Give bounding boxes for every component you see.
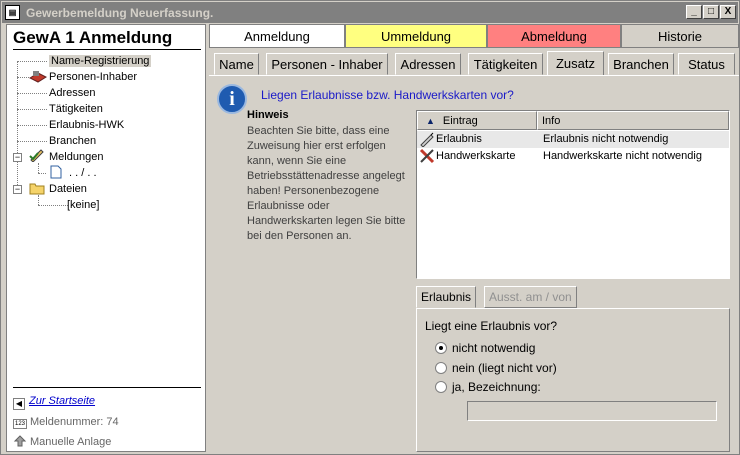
tree-item-name-registrierung[interactable]: Name-Registrierung xyxy=(49,53,152,69)
tree-item-taetigkeiten[interactable]: Tätigkeiten xyxy=(49,101,103,117)
tab-zusatz[interactable]: Zusatz xyxy=(547,51,604,76)
tree-item-label: . . / . . xyxy=(69,167,97,179)
start-page-link[interactable]: ◀ Zur Startseite xyxy=(13,393,95,410)
folder-icon xyxy=(29,181,45,195)
tab-branchen[interactable]: Branchen xyxy=(608,53,674,75)
tree-item-erlaubnis-hwk[interactable]: Erlaubnis-HWK xyxy=(49,117,124,133)
tree-item-label: Personen-Inhaber xyxy=(49,71,138,83)
meldenummer-label: Meldenummer: xyxy=(30,416,104,428)
column-header-info[interactable]: Info xyxy=(537,111,729,130)
question-heading: Liegen Erlaubnisse bzw. Handwerkskarten … xyxy=(261,88,514,102)
tab-ausstellung[interactable]: Ausst. am / von xyxy=(484,286,577,308)
person-icon xyxy=(28,69,48,83)
main-panel: Anmeldung Ummeldung Abmeldung Historie N… xyxy=(209,24,739,454)
tab-abmeldung[interactable]: Abmeldung xyxy=(487,24,621,48)
tree-item-adressen[interactable]: Adressen xyxy=(49,85,95,101)
radio-ja-bezeichnung[interactable]: ja, Bezeichnung: xyxy=(435,379,541,395)
tree-item-label: Meldungen xyxy=(49,151,104,163)
collapse-meldungen-icon[interactable]: − xyxy=(13,153,22,162)
hint-text: Beachten Sie bitte, dass eine Zuweisung … xyxy=(247,125,406,242)
column-header-label: Info xyxy=(542,115,561,127)
radio-nein[interactable]: nein (liegt nicht vor) xyxy=(435,360,557,376)
tree-item-dateien[interactable]: Dateien xyxy=(49,181,87,197)
number-icon: 123 xyxy=(13,419,27,429)
group-question: Liegt eine Erlaubnis vor? xyxy=(425,319,558,333)
radio-label: nicht notwendig xyxy=(452,341,536,355)
manual-label: Manuelle Anlage xyxy=(30,436,112,448)
sub-tab-bar: Name Personen - Inhaber Adressen Tätigke… xyxy=(209,51,739,76)
tab-taetigkeiten[interactable]: Tätigkeiten xyxy=(468,53,543,75)
tab-status[interactable]: Status xyxy=(678,53,735,75)
tree-item-meldung-entry[interactable]: . . / . . xyxy=(69,165,97,181)
sort-ascending-icon: ▲ xyxy=(426,116,435,126)
column-header-eintrag[interactable]: ▲ Eintrag xyxy=(417,111,537,130)
list-row-info: Erlaubnis nicht notwendig xyxy=(543,133,669,145)
column-header-label: Eintrag xyxy=(442,115,478,127)
radio-nicht-notwendig[interactable]: nicht notwendig xyxy=(435,340,535,356)
radio-unchecked-icon xyxy=(435,362,447,374)
tree-item-label: Adressen xyxy=(49,87,96,99)
app-window: ▤ Gewerbemeldung Neuerfassung. _ □ X Gew… xyxy=(0,0,740,455)
permits-list[interactable]: ▲ Eintrag Info Erlaubnis Erlaubnis nicht … xyxy=(416,110,730,279)
window-title: Gewerbemeldung Neuerfassung. xyxy=(26,6,214,20)
hint-title: Hinweis xyxy=(247,109,289,121)
tree-item-label: [keine] xyxy=(67,199,100,211)
tab-personen-inhaber[interactable]: Personen - Inhaber xyxy=(266,53,388,75)
list-row[interactable]: Erlaubnis Erlaubnis nicht notwendig xyxy=(417,131,729,148)
tab-historie[interactable]: Historie xyxy=(621,24,739,48)
tree-item-personen-inhaber[interactable]: Personen-Inhaber xyxy=(49,69,137,85)
close-button[interactable]: X xyxy=(720,5,736,19)
bottom-divider xyxy=(13,387,201,388)
maximize-button[interactable]: □ xyxy=(703,5,719,19)
tab-name[interactable]: Name xyxy=(214,53,259,75)
list-row-entry: Handwerkskarte xyxy=(436,150,516,162)
tree-item-keine[interactable]: [keine] xyxy=(67,197,99,213)
radio-checked-icon xyxy=(435,342,447,354)
tab-label: Anmeldung xyxy=(244,29,310,44)
manual-upload-icon xyxy=(13,435,27,447)
erlaubnis-group: Liegt eine Erlaubnis vor? nicht notwendi… xyxy=(416,308,730,452)
document-icon xyxy=(49,165,65,179)
tab-label: Ummeldung xyxy=(380,29,452,44)
tree-item-branchen[interactable]: Branchen xyxy=(49,133,96,149)
tab-label: Historie xyxy=(657,29,703,44)
start-page-link-text[interactable]: Zur Startseite xyxy=(29,395,95,407)
app-icon: ▤ xyxy=(5,5,20,20)
navigation-panel: GewA 1 Anmeldung Name-Registrierung Pers… xyxy=(6,24,206,452)
info-icon: i xyxy=(217,84,247,114)
tree-item-label: Erlaubnis-HWK xyxy=(49,119,125,131)
bezeichnung-field[interactable] xyxy=(467,401,717,421)
list-row[interactable]: Handwerkskarte Handwerkskarte nicht notw… xyxy=(417,148,729,165)
app-title: GewA 1 Anmeldung xyxy=(13,28,173,47)
radio-unchecked-icon xyxy=(435,381,447,393)
title-bar: ▤ Gewerbemeldung Neuerfassung. _ □ X xyxy=(2,2,738,23)
manual-entry-line: Manuelle Anlage xyxy=(13,434,111,450)
tab-erlaubnis[interactable]: Erlaubnis xyxy=(416,286,477,308)
pencil-icon xyxy=(29,148,45,163)
tree-item-label: Name-Registrierung xyxy=(49,55,152,67)
list-row-entry: Erlaubnis xyxy=(436,133,482,145)
tab-ummeldung[interactable]: Ummeldung xyxy=(345,24,487,48)
tree-item-label: Branchen xyxy=(49,135,97,147)
tree-item-label: Dateien xyxy=(49,183,87,195)
minimize-button[interactable]: _ xyxy=(686,5,702,19)
meldenummer-value: 74 xyxy=(106,416,119,428)
tree-item-label: Tätigkeiten xyxy=(49,103,103,115)
collapse-dateien-icon[interactable]: − xyxy=(13,185,22,194)
tab-anmeldung[interactable]: Anmeldung xyxy=(209,24,345,48)
tab-label: Abmeldung xyxy=(521,29,587,44)
radio-label: nein (liegt nicht vor) xyxy=(452,361,557,375)
meldenummer-line: 123 Meldenummer: 74 xyxy=(13,414,119,430)
list-row-info: Handwerkskarte nicht notwendig xyxy=(543,150,702,162)
radio-label: ja, Bezeichnung: xyxy=(452,380,541,394)
title-divider xyxy=(13,49,201,50)
tab-adressen[interactable]: Adressen xyxy=(395,53,461,75)
zusatz-content: i Liegen Erlaubnisse bzw. Handwerkskarte… xyxy=(209,75,739,454)
arrow-left-icon: ◀ xyxy=(13,398,25,410)
tree-item-meldungen[interactable]: Meldungen xyxy=(49,149,103,165)
tools-icon xyxy=(419,148,435,170)
